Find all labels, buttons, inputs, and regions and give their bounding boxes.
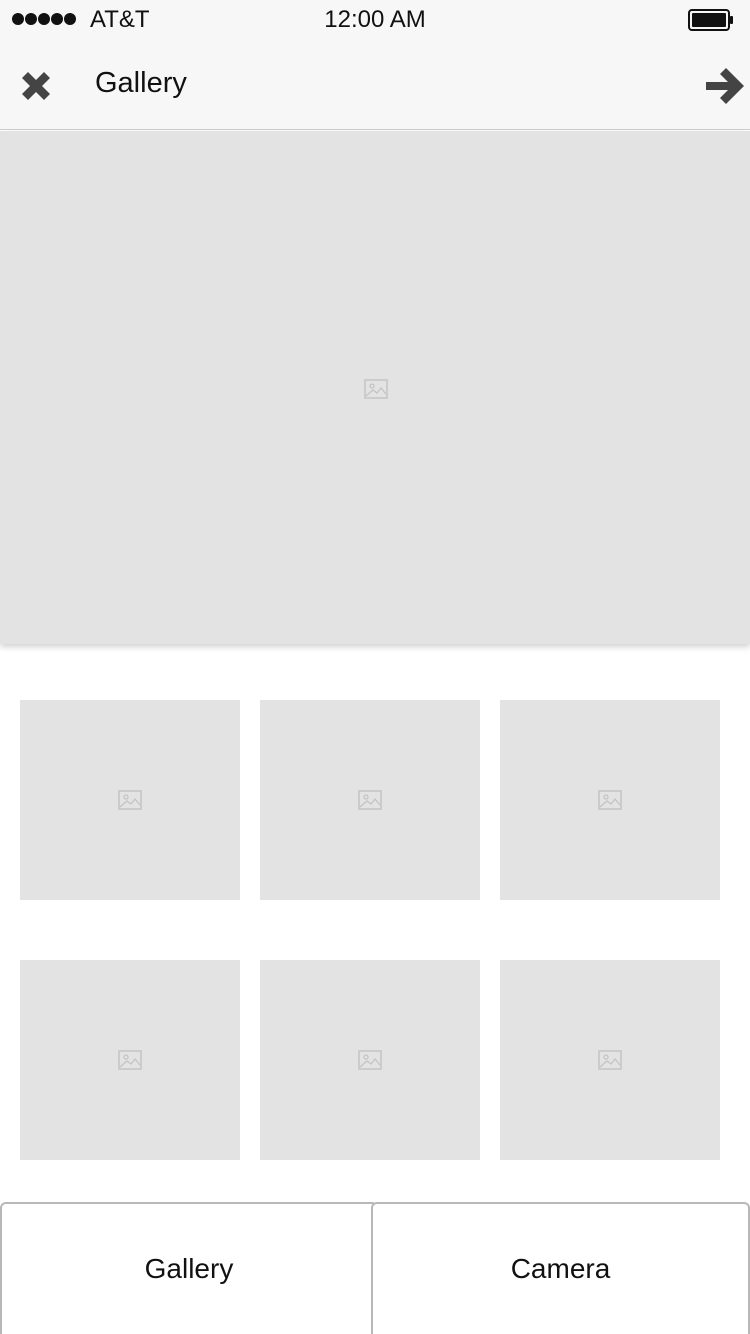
gallery-thumbnail[interactable] <box>20 700 240 900</box>
battery-full-icon <box>688 9 733 31</box>
status-bar: AT&T 12:00 AM <box>0 0 750 40</box>
status-time: 12:00 AM <box>324 6 426 33</box>
camera-button[interactable]: Camera <box>371 1202 750 1334</box>
image-placeholder-icon <box>358 790 382 810</box>
gallery-thumbnail[interactable] <box>260 700 480 900</box>
camera-button-label: Camera <box>510 1253 611 1284</box>
gallery-thumbnail[interactable] <box>20 960 240 1160</box>
selected-image-preview <box>0 131 750 644</box>
page-title: Gallery <box>95 67 187 99</box>
gallery-thumbnail[interactable] <box>260 960 480 1160</box>
arrow-right-icon[interactable] <box>700 62 748 110</box>
image-placeholder-icon <box>598 1050 622 1070</box>
gallery-thumbnail[interactable] <box>500 960 720 1160</box>
gallery-thumbnail[interactable] <box>500 700 720 900</box>
image-placeholder-icon <box>358 1050 382 1070</box>
gallery-button-label: Gallery <box>144 1253 234 1284</box>
gallery-button[interactable]: Gallery <box>0 1202 378 1334</box>
image-placeholder-icon <box>118 1050 142 1070</box>
image-placeholder-icon <box>364 379 388 399</box>
close-icon[interactable] <box>14 64 58 108</box>
navigation-bar: Gallery <box>0 40 750 130</box>
image-placeholder-icon <box>118 790 142 810</box>
image-placeholder-icon <box>598 790 622 810</box>
